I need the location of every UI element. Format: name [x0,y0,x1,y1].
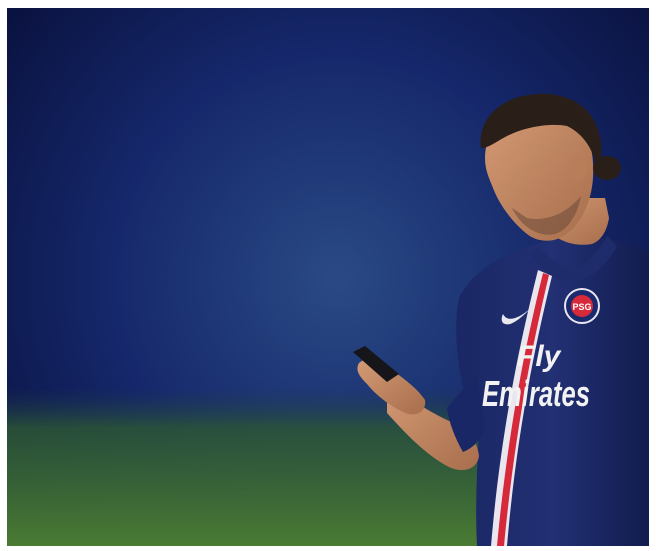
club-crest: PSG [564,288,600,324]
shirt-sponsor-line1: Fly [517,340,562,373]
shirt-sponsor-line2: Emirates [482,373,590,414]
hair-bun [593,156,621,180]
photo: Fly Emirates PSG [7,8,649,546]
ear [571,155,587,181]
crest-letters: PSG [572,302,591,312]
photo-frame: Fly Emirates PSG [7,8,649,546]
